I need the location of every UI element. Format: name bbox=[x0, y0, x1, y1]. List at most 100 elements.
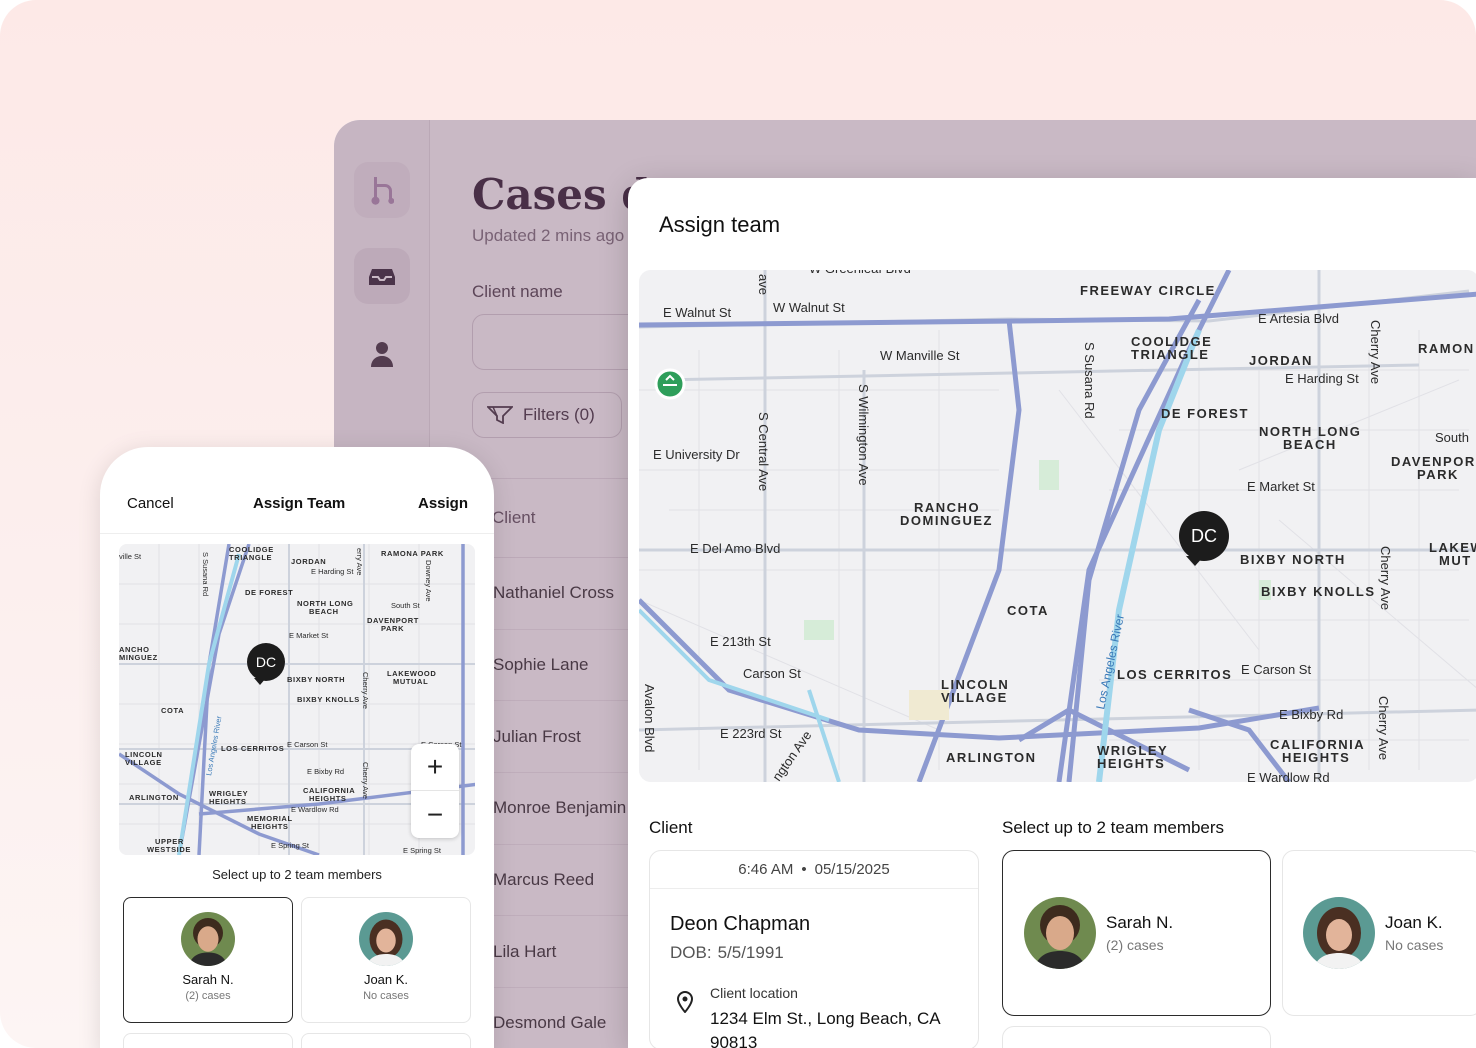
svg-text:South St: South St bbox=[391, 601, 421, 610]
client-address: 1234 Elm St., Long Beach, CA 90813 bbox=[710, 1009, 940, 1048]
svg-text:VILLAGE: VILLAGE bbox=[125, 758, 162, 767]
svg-text:RAMONA PARK: RAMONA PARK bbox=[381, 549, 444, 558]
svg-text:South: South bbox=[1435, 430, 1469, 445]
svg-text:Cherry Ave: Cherry Ave bbox=[1376, 696, 1391, 760]
svg-text:E University Dr: E University Dr bbox=[653, 447, 740, 462]
phone-member-card-more[interactable] bbox=[301, 1033, 471, 1048]
svg-text:E Carson St: E Carson St bbox=[1241, 662, 1311, 677]
svg-text:MINGUEZ: MINGUEZ bbox=[119, 653, 158, 662]
svg-text:MUT: MUT bbox=[1439, 553, 1472, 568]
team-section-title: Select up to 2 team members bbox=[1002, 818, 1225, 837]
client-name: Deon Chapman bbox=[670, 913, 811, 935]
phone-select-label: Select up to 2 team members bbox=[212, 867, 382, 882]
svg-text:ville St: ville St bbox=[119, 552, 142, 561]
svg-text:E 213th St: E 213th St bbox=[710, 634, 771, 649]
svg-text:erry Ave: erry Ave bbox=[355, 548, 364, 575]
svg-text:HEIGHTS: HEIGHTS bbox=[1282, 750, 1350, 765]
avatar bbox=[359, 912, 413, 966]
client-section-title: Client bbox=[649, 818, 693, 837]
map[interactable]: E Walnut St W Walnut St W Manville St E … bbox=[639, 270, 1476, 782]
client-location-label: Client location bbox=[710, 985, 798, 1001]
client-date: 05/15/2025 bbox=[814, 861, 890, 878]
svg-text:COTA: COTA bbox=[161, 706, 184, 715]
svg-text:E Harding St: E Harding St bbox=[311, 567, 354, 576]
svg-text:E Walnut St: E Walnut St bbox=[663, 305, 732, 320]
svg-text:WESTSIDE: WESTSIDE bbox=[147, 845, 191, 854]
separator-dot: • bbox=[801, 861, 807, 878]
svg-text:Avalon Blvd: Avalon Blvd bbox=[642, 684, 657, 752]
map-poi-icon bbox=[654, 368, 686, 400]
svg-text:BEACH: BEACH bbox=[1283, 437, 1337, 452]
client-time: 6:46 AM bbox=[738, 861, 794, 878]
team-member-card-more[interactable] bbox=[1002, 1026, 1271, 1048]
svg-text:HEIGHTS: HEIGHTS bbox=[1097, 756, 1165, 771]
member-name: Sarah N. bbox=[182, 972, 234, 987]
svg-text:E Wardlow Rd: E Wardlow Rd bbox=[1247, 770, 1330, 782]
svg-text:Cherry Ave: Cherry Ave bbox=[1378, 546, 1393, 610]
phone-marker-label: DC bbox=[256, 654, 276, 670]
svg-text:BIXBY NORTH: BIXBY NORTH bbox=[1240, 552, 1346, 567]
svg-text:E Artesia Blvd: E Artesia Blvd bbox=[1258, 311, 1339, 326]
svg-text:BIXBY KNOLLS: BIXBY KNOLLS bbox=[297, 695, 360, 704]
member-name: Joan K. bbox=[363, 972, 409, 987]
svg-text:E Bixby Rd: E Bixby Rd bbox=[1279, 707, 1343, 722]
modal-title: Assign team bbox=[659, 212, 781, 237]
svg-text:Cherry Ave: Cherry Ave bbox=[361, 672, 370, 709]
svg-text:E Market St: E Market St bbox=[1247, 479, 1315, 494]
svg-text:RAMON: RAMON bbox=[1418, 341, 1475, 356]
divider bbox=[100, 533, 494, 534]
phone-member-card-joan[interactable]: Joan K. No cases bbox=[301, 897, 471, 1023]
phone-screen: Cancel Assign Team Assign ville St S Sus… bbox=[100, 447, 494, 1048]
zoom-out-button[interactable]: − bbox=[411, 791, 459, 838]
map-canvas[interactable]: E Walnut St W Walnut St W Manville St E … bbox=[639, 270, 1476, 782]
svg-text:COTA: COTA bbox=[1007, 603, 1049, 618]
svg-text:LOS CERRITOS: LOS CERRITOS bbox=[221, 744, 284, 753]
team-member-card-joan[interactable]: Joan K. No cases bbox=[1282, 850, 1476, 1016]
svg-text:W Manville St: W Manville St bbox=[880, 348, 960, 363]
avatar bbox=[181, 912, 235, 966]
avatar bbox=[1303, 897, 1375, 969]
assign-button[interactable]: Assign bbox=[418, 495, 468, 512]
svg-text:E Spring St: E Spring St bbox=[403, 846, 442, 855]
svg-text:TRIANGLE: TRIANGLE bbox=[1131, 347, 1209, 362]
svg-text:BIXBY KNOLLS: BIXBY KNOLLS bbox=[1261, 584, 1376, 599]
svg-text:BEACH: BEACH bbox=[309, 607, 339, 616]
svg-text:ARLINGTON: ARLINGTON bbox=[946, 750, 1037, 765]
svg-text:TRIANGLE: TRIANGLE bbox=[229, 553, 272, 562]
svg-text:DOMINGUEZ: DOMINGUEZ bbox=[900, 513, 993, 528]
phone-map[interactable]: ville St S Susana Rd E Harding St erry A… bbox=[119, 544, 475, 855]
member-cases: (2) cases bbox=[185, 990, 231, 1002]
svg-text:VILLAGE: VILLAGE bbox=[941, 690, 1008, 705]
svg-text:E Del Amo Blvd: E Del Amo Blvd bbox=[690, 541, 780, 556]
svg-text:DE FOREST: DE FOREST bbox=[1161, 406, 1249, 421]
svg-text:PARK: PARK bbox=[1417, 467, 1459, 482]
dob-label: DOB: bbox=[670, 943, 712, 962]
marker-label: DC bbox=[1191, 526, 1217, 546]
svg-text:S Susana Rd: S Susana Rd bbox=[201, 552, 210, 596]
zoom-in-button[interactable]: + bbox=[411, 744, 459, 791]
phone-member-card-more[interactable] bbox=[123, 1033, 293, 1048]
svg-text:E Harding St: E Harding St bbox=[1285, 371, 1359, 386]
client-timestamp: 6:46 AM • 05/15/2025 bbox=[650, 851, 978, 889]
location-pin-icon bbox=[676, 991, 694, 1013]
svg-text:E Market St: E Market St bbox=[289, 631, 329, 640]
svg-text:PARK: PARK bbox=[381, 624, 404, 633]
phone-member-card-sarah[interactable]: Sarah N. (2) cases bbox=[123, 897, 293, 1023]
svg-text:ARLINGTON: ARLINGTON bbox=[129, 793, 179, 802]
avatar bbox=[1024, 897, 1096, 969]
svg-text:S Central Ave: S Central Ave bbox=[756, 412, 771, 491]
svg-text:Cherry Ave: Cherry Ave bbox=[361, 762, 370, 799]
zoom-controls: + − bbox=[411, 744, 459, 838]
member-name: Joan K. bbox=[1385, 913, 1443, 932]
svg-text:Cherry Ave: Cherry Ave bbox=[1368, 320, 1383, 384]
cancel-button[interactable]: Cancel bbox=[127, 495, 174, 512]
svg-text:Downey Ave: Downey Ave bbox=[424, 560, 433, 602]
svg-text:HEIGHTS: HEIGHTS bbox=[251, 822, 289, 831]
team-member-card-sarah[interactable]: Sarah N. (2) cases bbox=[1002, 850, 1271, 1016]
svg-text:E Wardlow Rd: E Wardlow Rd bbox=[291, 805, 339, 814]
svg-text:E Carson St: E Carson St bbox=[287, 740, 328, 749]
svg-text:MUTUAL: MUTUAL bbox=[393, 677, 428, 686]
svg-text:E 223rd St: E 223rd St bbox=[720, 726, 782, 741]
svg-text:HEIGHTS: HEIGHTS bbox=[209, 797, 247, 806]
svg-text:E Spring St: E Spring St bbox=[271, 841, 310, 850]
